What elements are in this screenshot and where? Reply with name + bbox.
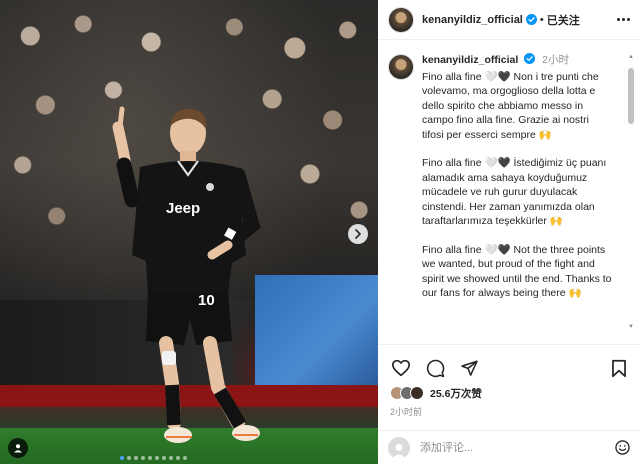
comment-button[interactable] <box>424 357 446 379</box>
carousel-dot <box>169 456 173 460</box>
carousel-dot <box>148 456 152 460</box>
more-dot-icon <box>627 18 630 21</box>
scroll-thumb[interactable] <box>628 68 634 124</box>
post-photo[interactable]: Jeep 10 <box>0 0 378 464</box>
carousel-indicator <box>120 456 187 460</box>
post-actions: 25.6万次赞 2小时前 <box>378 344 640 418</box>
player-figure: Jeep 10 <box>112 106 261 443</box>
likes-count[interactable]: 25.6万次赞 <box>430 386 482 401</box>
carousel-dot <box>134 456 138 460</box>
jersey-sponsor: Jeep <box>166 200 200 217</box>
carousel-dot <box>127 456 131 460</box>
shorts-number: 10 <box>198 292 215 309</box>
post-timestamp[interactable]: 2小时前 <box>378 401 640 418</box>
verified-badge-icon <box>525 14 537 25</box>
user-tag-icon <box>14 444 22 453</box>
carousel-dot <box>183 456 187 460</box>
more-options-button[interactable] <box>617 12 630 28</box>
carousel-next-button[interactable] <box>348 224 368 244</box>
current-user-avatar <box>388 436 410 459</box>
post-caption: kenanyildiz_official 2小时 Fino alla fine … <box>378 41 640 315</box>
comment-bubble-icon <box>426 359 444 377</box>
verified-badge-icon <box>524 53 536 64</box>
comment-composer <box>378 430 640 464</box>
caption-paragraph-italian: Fino alla fine 🤍🖤 Non i tre punti che vo… <box>422 70 599 141</box>
bookmark-icon <box>612 359 626 377</box>
chevron-right-icon <box>355 229 362 239</box>
paper-plane-icon <box>460 360 478 376</box>
carousel-dot <box>120 456 124 460</box>
likes-row[interactable]: 25.6万次赞 <box>378 381 640 401</box>
caption-body: kenanyildiz_official 2小时 Fino alla fine … <box>422 53 612 315</box>
scroll-down-icon[interactable]: ▼ <box>628 324 634 330</box>
emoji-button[interactable] <box>614 440 630 456</box>
user-tag-button[interactable] <box>8 438 28 458</box>
post-side-panel: kenanyildiz_official • 已关注 kenanyildiz_o… <box>378 0 640 464</box>
comments-scroll-area[interactable]: kenanyildiz_official 2小时 Fino alla fine … <box>378 41 640 343</box>
scroll-up-icon[interactable]: ▲ <box>628 54 634 60</box>
liker-avatars <box>390 386 424 400</box>
more-dot-icon <box>622 18 625 21</box>
post-header: kenanyildiz_official • 已关注 <box>378 0 640 40</box>
caption-time: 2小时 <box>542 54 569 66</box>
caption-paragraph-english: Fino alla fine 🤍🖤 Not the three points w… <box>422 243 612 300</box>
save-button[interactable] <box>608 357 630 379</box>
comment-input[interactable] <box>420 441 614 454</box>
liker-avatar <box>410 386 424 400</box>
share-button[interactable] <box>458 357 480 379</box>
follow-state-button[interactable]: 已关注 <box>547 12 580 28</box>
heart-icon <box>392 359 410 377</box>
caption-paragraph-turkish: Fino alla fine 🤍🖤 İstediğimiz üç puanı a… <box>422 157 607 227</box>
action-bar <box>378 345 640 381</box>
carousel-dot <box>155 456 159 460</box>
author-avatar[interactable] <box>388 6 414 33</box>
comments-scrollbar[interactable]: ▲ ▼ <box>628 48 634 330</box>
smiley-icon <box>614 440 630 455</box>
caption-username[interactable]: kenanyildiz_official <box>422 54 518 66</box>
carousel-dot <box>141 456 145 460</box>
caption-author-avatar[interactable] <box>388 54 414 80</box>
header-separator: • <box>539 13 544 26</box>
carousel-dot <box>176 456 180 460</box>
like-button[interactable] <box>390 357 412 379</box>
author-username[interactable]: kenanyildiz_official <box>422 14 523 26</box>
default-avatar-icon <box>392 443 406 459</box>
carousel-dot <box>162 456 166 460</box>
more-dot-icon <box>617 18 620 21</box>
